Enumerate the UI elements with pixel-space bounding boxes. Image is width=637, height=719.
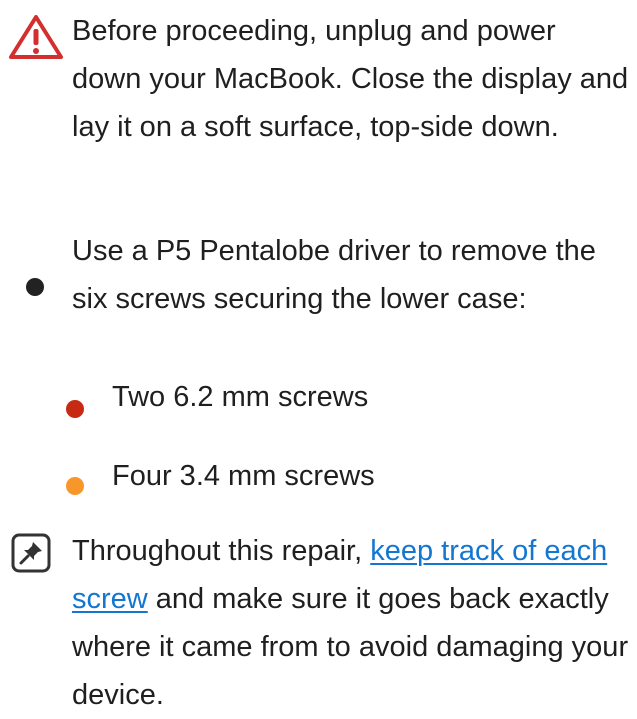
instruction-text: Use a P5 Pentalobe driver to remove the … [72, 235, 596, 315]
black-bullet-icon [26, 278, 44, 296]
red-bullet-icon [66, 400, 84, 418]
orange-bullet-icon [66, 477, 84, 495]
pin-icon [11, 533, 51, 573]
warning-text: Before proceeding, unplug and power down… [72, 15, 629, 143]
note-text-before: Throughout this repair, [72, 535, 371, 567]
subitem-text-2: Four 3.4 mm screws [112, 460, 375, 492]
note-text-after: and make sure it goes back exactly where… [72, 583, 629, 711]
note-text: Throughout this repair, keep track of ea… [72, 527, 632, 719]
subitem-text-1: Two 6.2 mm screws [112, 381, 369, 413]
warning-triangle-icon [9, 15, 63, 59]
